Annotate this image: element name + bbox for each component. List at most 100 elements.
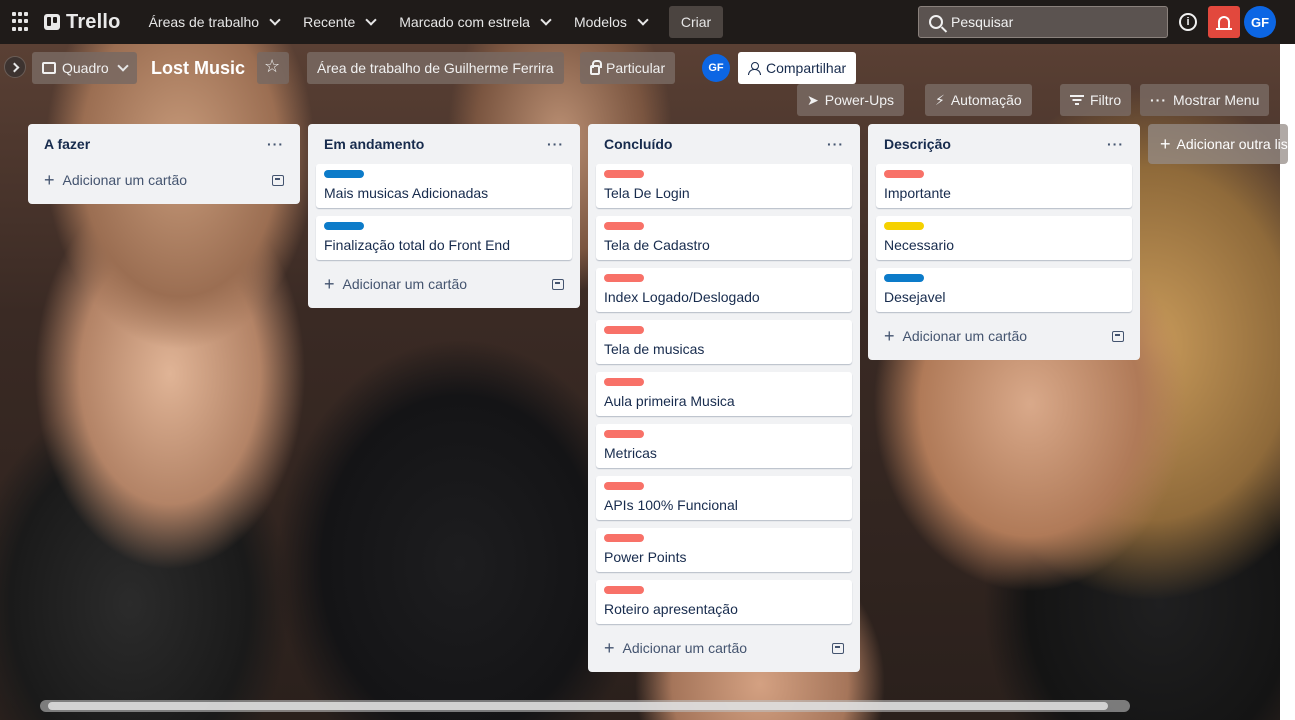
card-title: Power Points	[604, 549, 687, 565]
nav-workspaces-label: Áreas de trabalho	[148, 14, 260, 30]
trello-logo-icon	[44, 14, 60, 30]
info-icon[interactable]: i	[1179, 13, 1197, 31]
card-label-red	[604, 378, 644, 386]
card[interactable]: Finalização total do Front End	[316, 216, 572, 260]
lock-icon	[590, 60, 602, 75]
expand-sidebar-button[interactable]	[4, 56, 26, 78]
list-menu-icon[interactable]: ···	[1107, 136, 1124, 152]
logo-text: Trello	[66, 10, 121, 33]
card-title: Desejavel	[884, 289, 946, 305]
share-label: Compartilhar	[766, 60, 847, 76]
rocket-icon: ➤	[807, 91, 819, 108]
nav-recent[interactable]: Recente	[293, 6, 385, 38]
list-header: Concluído ···	[596, 124, 852, 164]
card[interactable]: Necessario	[876, 216, 1132, 260]
card-title: Roteiro apresentação	[604, 601, 738, 617]
nav-templates-label: Modelos	[573, 14, 627, 30]
more-icon: ···	[1150, 92, 1167, 108]
card-title: Tela de musicas	[604, 341, 705, 357]
member-avatar[interactable]: GF	[702, 54, 730, 82]
add-list-button[interactable]: + Adicionar outra lista	[1148, 124, 1288, 164]
plus-icon: +	[44, 170, 55, 190]
share-button[interactable]: Compartilhar	[738, 52, 857, 84]
power-ups-button[interactable]: ➤ Power-Ups	[797, 84, 904, 116]
board-title[interactable]: Lost Music	[144, 52, 252, 84]
chevron-down-icon	[365, 14, 377, 26]
list-title[interactable]: Em andamento	[324, 136, 424, 152]
board-view-icon	[42, 62, 56, 74]
list-title[interactable]: Concluído	[604, 136, 672, 152]
lightning-icon: ⚡	[935, 91, 945, 108]
add-card-button[interactable]: + Adicionar um cartão	[36, 164, 292, 196]
list-menu-icon[interactable]: ···	[267, 136, 284, 152]
card-title: Importante	[884, 185, 951, 201]
list-title[interactable]: A fazer	[44, 136, 90, 152]
card[interactable]: Tela De Login	[596, 164, 852, 208]
trello-logo[interactable]: Trello	[44, 11, 121, 34]
search-input[interactable]: Pesquisar	[918, 6, 1168, 38]
user-avatar[interactable]: GF	[1244, 6, 1276, 38]
card-label-red	[884, 170, 924, 178]
card[interactable]: Index Logado/Deslogado	[596, 268, 852, 312]
add-person-icon	[748, 62, 761, 75]
search-placeholder: Pesquisar	[951, 14, 1014, 30]
template-icon[interactable]	[552, 278, 564, 290]
view-label: Quadro	[62, 60, 109, 76]
add-card-label: Adicionar um cartão	[622, 640, 748, 656]
chevron-down-icon	[637, 14, 649, 26]
horizontal-scrollbar[interactable]	[40, 700, 1130, 712]
card[interactable]: Desejavel	[876, 268, 1132, 312]
card[interactable]: Aula primeira Musica	[596, 372, 852, 416]
plus-icon: +	[604, 638, 615, 658]
card-title: Tela de Cadastro	[604, 237, 710, 253]
nav-workspaces[interactable]: Áreas de trabalho	[139, 6, 290, 38]
chevron-down-icon	[540, 14, 552, 26]
list-header: A fazer ···	[36, 124, 292, 164]
card[interactable]: Power Points	[596, 528, 852, 572]
template-icon[interactable]	[1112, 330, 1124, 342]
nav-recent-label: Recente	[303, 14, 356, 30]
workspace-button[interactable]: Área de trabalho de Guilherme Ferrira	[307, 52, 564, 84]
view-switcher-button[interactable]: Quadro	[32, 52, 137, 84]
star-board-button[interactable]	[257, 52, 289, 84]
automation-button[interactable]: ⚡ Automação	[925, 84, 1032, 116]
add-list-label: Adicionar outra lista	[1176, 136, 1288, 152]
template-icon[interactable]	[832, 642, 844, 654]
scrollbar-thumb[interactable]	[48, 702, 1108, 710]
list-header: Descrição ···	[876, 124, 1132, 164]
card[interactable]: Importante	[876, 164, 1132, 208]
nav-starred[interactable]: Marcado com estrela	[389, 6, 560, 38]
nav-templates[interactable]: Modelos	[564, 6, 657, 38]
card-label-blue	[324, 170, 364, 178]
add-card-button[interactable]: + Adicionar um cartão	[316, 268, 572, 300]
add-card-label: Adicionar um cartão	[62, 172, 188, 188]
card[interactable]: Tela de musicas	[596, 320, 852, 364]
visibility-button[interactable]: Particular	[580, 52, 676, 84]
card[interactable]: Mais musicas Adicionadas	[316, 164, 572, 208]
show-menu-button[interactable]: ··· Mostrar Menu	[1140, 84, 1270, 116]
card[interactable]: APIs 100% Funcional	[596, 476, 852, 520]
list-em-andamento: Em andamento ··· Mais musicas Adicionada…	[308, 124, 580, 308]
card[interactable]: Metricas	[596, 424, 852, 468]
nav-starred-label: Marcado com estrela	[399, 14, 530, 30]
card-label-red	[604, 222, 644, 230]
template-icon[interactable]	[272, 174, 284, 186]
filter-button[interactable]: Filtro	[1060, 84, 1132, 116]
plus-icon: +	[1160, 134, 1171, 154]
notifications-button[interactable]	[1208, 6, 1240, 38]
power-ups-label: Power-Ups	[824, 92, 894, 108]
list-menu-icon[interactable]: ···	[547, 136, 564, 152]
list-title[interactable]: Descrição	[884, 136, 951, 152]
card[interactable]: Roteiro apresentação	[596, 580, 852, 624]
add-card-button[interactable]: + Adicionar um cartão	[596, 632, 852, 664]
create-button[interactable]: Criar	[668, 6, 724, 38]
card[interactable]: Tela de Cadastro	[596, 216, 852, 260]
list-menu-icon[interactable]: ···	[827, 136, 844, 152]
card-label-red	[604, 274, 644, 282]
card-title: Index Logado/Deslogado	[604, 289, 760, 305]
filter-label: Filtro	[1090, 92, 1122, 108]
filter-icon	[1070, 95, 1084, 105]
app-switcher-icon[interactable]	[12, 12, 32, 32]
chevron-down-icon	[117, 60, 129, 72]
add-card-button[interactable]: + Adicionar um cartão	[876, 320, 1132, 352]
